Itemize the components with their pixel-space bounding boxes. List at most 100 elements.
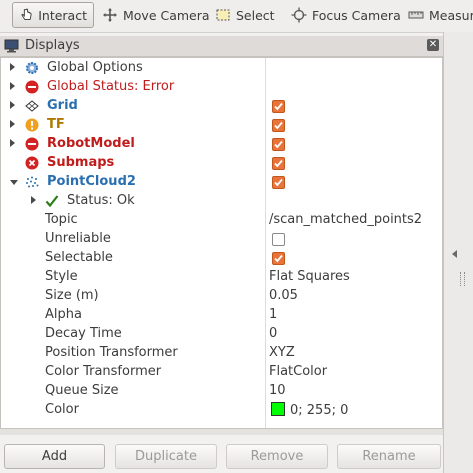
property-row-queue-size[interactable]: Queue Size 10 (1, 382, 442, 401)
right-splitter[interactable] (443, 32, 473, 473)
property-label: Alpha (45, 307, 82, 322)
property-row-decay-time[interactable]: Decay Time 0 (1, 325, 442, 344)
robot-model-enable-checkbox[interactable] (272, 138, 285, 151)
error-icon (25, 80, 39, 94)
tree-item-global-status[interactable]: Global Status: Error (1, 78, 442, 97)
color-property-value[interactable]: 0; 255; 0 (271, 402, 348, 418)
property-value[interactable]: 1 (269, 307, 277, 322)
tree-label: RobotModel (47, 136, 135, 151)
crosshair-icon (291, 7, 307, 23)
property-label: Unreliable (45, 231, 111, 246)
error-x-icon (25, 156, 39, 170)
checkmark-icon (274, 140, 283, 149)
tree-label: PointCloud2 (47, 174, 136, 189)
property-label: Topic (45, 212, 78, 227)
property-row-color[interactable]: Color 0; 255; 0 (1, 401, 442, 420)
interact-tool-button[interactable]: Interact (12, 2, 94, 28)
property-value[interactable]: /scan_matched_points2 (269, 212, 422, 227)
checkmark-icon (274, 159, 283, 168)
measure-tool-button[interactable]: Measure (402, 2, 473, 28)
property-value: 0; 255; 0 (290, 403, 349, 418)
property-label: Position Transformer (45, 345, 178, 360)
color-swatch[interactable] (271, 402, 285, 416)
measure-label: Measure (429, 7, 473, 23)
checkmark-icon (45, 195, 59, 208)
focus-camera-label: Focus Camera (312, 7, 401, 23)
tree-item-grid[interactable]: Grid (1, 97, 442, 116)
expand-arrow-icon[interactable] (10, 63, 15, 71)
add-button[interactable]: Add (4, 444, 105, 469)
tree-label: TF (47, 117, 65, 132)
property-row-topic[interactable]: Topic /scan_matched_points2 (1, 211, 442, 230)
property-value[interactable]: XYZ (269, 345, 295, 360)
tree-item-status[interactable]: Status: Ok (1, 192, 442, 211)
property-row-selectable[interactable]: Selectable (1, 249, 442, 268)
submaps-enable-checkbox[interactable] (272, 157, 285, 170)
collapse-arrow-icon[interactable] (10, 180, 18, 185)
tree-item-global-options[interactable]: Global Options (1, 59, 442, 78)
splitter-grip-icon[interactable] (460, 272, 465, 286)
selectable-checkbox[interactable] (272, 252, 285, 265)
property-row-size[interactable]: Size (m) 0.05 (1, 287, 442, 306)
monitor-icon (4, 39, 19, 53)
property-row-position-transformer[interactable]: Position Transformer XYZ (1, 344, 442, 363)
pointcloud-enable-checkbox[interactable] (272, 176, 285, 189)
warning-icon (25, 118, 39, 132)
pointcloud-icon (26, 176, 39, 188)
tree-item-submaps[interactable]: Submaps (1, 154, 442, 173)
property-label: Decay Time (45, 326, 122, 341)
interact-label: Interact (38, 7, 87, 23)
tree-label: Submaps (47, 155, 115, 170)
grid-enable-checkbox[interactable] (272, 100, 285, 113)
property-row-color-transformer[interactable]: Color Transformer FlatColor (1, 363, 442, 382)
close-panel-icon[interactable]: ✕ (427, 39, 439, 51)
error-icon (25, 137, 39, 151)
tf-enable-checkbox[interactable] (272, 119, 285, 132)
horizontal-scrollbar[interactable] (0, 429, 443, 435)
property-row-alpha[interactable]: Alpha 1 (1, 306, 442, 325)
select-label: Select (236, 7, 275, 23)
panel-title: Displays (25, 38, 80, 53)
property-label: Style (45, 269, 78, 284)
property-value[interactable]: Flat Squares (269, 269, 350, 284)
tree-item-pointcloud2[interactable]: PointCloud2 (1, 173, 442, 192)
tree-label: Global Options (47, 60, 143, 75)
hand-pointer-icon (21, 8, 32, 20)
tree-item-robot-model[interactable]: RobotModel (1, 135, 442, 154)
property-value[interactable]: 0 (269, 326, 277, 341)
property-row-style[interactable]: Style Flat Squares (1, 268, 442, 287)
property-value[interactable]: 10 (269, 383, 286, 398)
selection-rect-icon (216, 9, 230, 21)
checkmark-icon (274, 178, 283, 187)
expand-arrow-icon[interactable] (31, 196, 36, 204)
expand-arrow-icon[interactable] (10, 101, 15, 109)
expand-arrow-icon[interactable] (10, 120, 15, 128)
expand-arrow-icon[interactable] (10, 82, 15, 90)
move-arrows-icon (103, 8, 117, 22)
tree-label: Global Status: Error (47, 79, 175, 94)
expand-left-arrow-icon[interactable] (452, 250, 457, 258)
property-label: Queue Size (45, 383, 119, 398)
displays-panel-header: Displays ✕ (0, 36, 443, 57)
gear-icon (26, 62, 38, 74)
property-value[interactable]: 0.05 (269, 288, 298, 303)
move-camera-tool-button[interactable]: Move Camera (96, 2, 216, 28)
duplicate-button[interactable]: Duplicate (115, 444, 217, 469)
property-row-unreliable[interactable]: Unreliable (1, 230, 442, 249)
property-label: Selectable (45, 250, 113, 265)
grid-icon (25, 100, 39, 112)
select-tool-button[interactable]: Select (209, 2, 281, 28)
tree-item-tf[interactable]: TF (1, 116, 442, 135)
expand-arrow-icon[interactable] (10, 139, 15, 147)
property-label: Color Transformer (45, 364, 162, 379)
rename-button[interactable]: Rename (337, 444, 441, 469)
property-value[interactable]: FlatColor (269, 364, 327, 379)
unreliable-checkbox[interactable] (272, 233, 285, 246)
remove-button[interactable]: Remove (226, 444, 328, 469)
move-camera-label: Move Camera (123, 7, 210, 23)
focus-camera-tool-button[interactable]: Focus Camera (285, 2, 407, 28)
ruler-icon (408, 11, 424, 19)
tree-label: Grid (47, 98, 78, 113)
property-label: Size (m) (45, 288, 99, 303)
tree-label: Status: Ok (67, 193, 135, 208)
